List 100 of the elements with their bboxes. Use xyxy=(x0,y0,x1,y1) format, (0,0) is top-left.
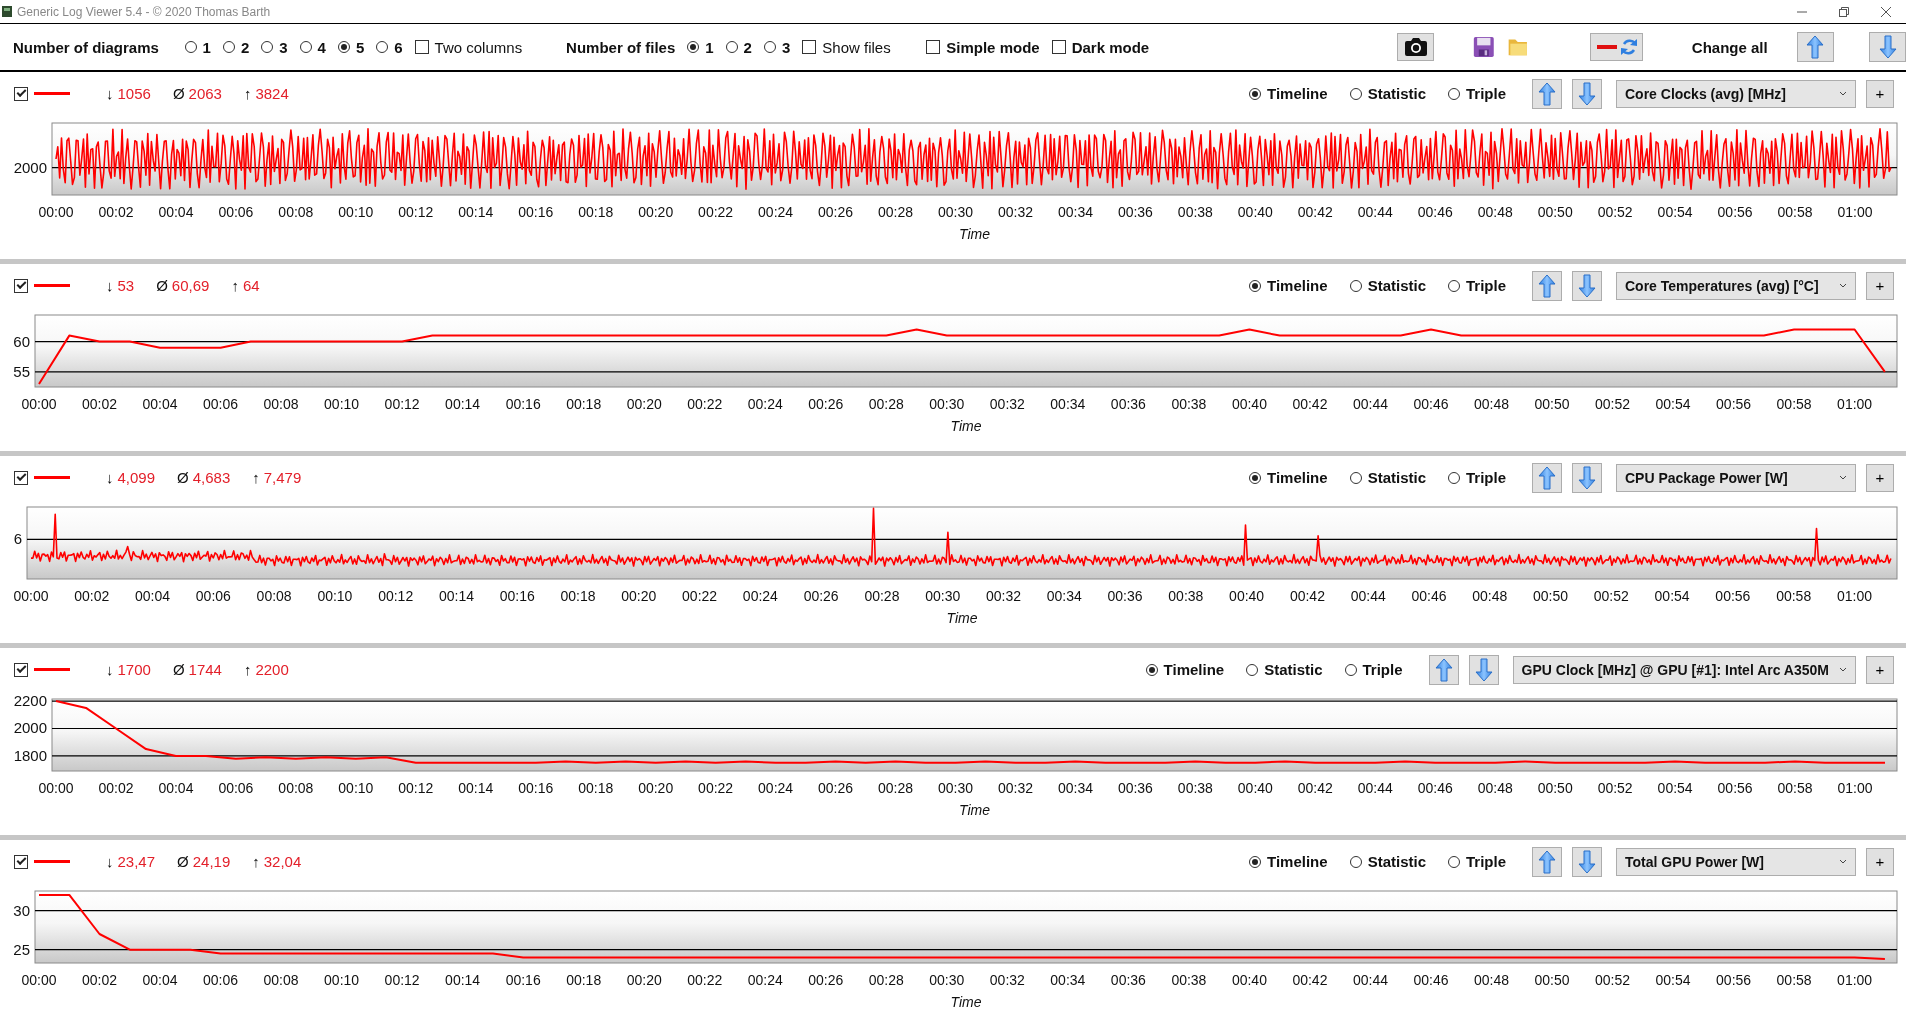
radio-button[interactable] xyxy=(1349,855,1362,868)
add-button[interactable]: + xyxy=(1866,79,1894,108)
visibility-checkbox[interactable] xyxy=(14,662,28,677)
radio-button[interactable] xyxy=(337,41,350,53)
sensor-dropdown[interactable]: Core Temperatures (avg) [°C] xyxy=(1616,271,1856,300)
axis-tick-label: 00:38 xyxy=(1171,396,1207,412)
radio-label[interactable]: Triple xyxy=(1466,853,1506,870)
radio-button[interactable] xyxy=(1349,87,1362,100)
radio-label[interactable]: Triple xyxy=(1466,277,1506,294)
checkbox-option[interactable]: Simple mode xyxy=(926,38,1040,56)
radio-button[interactable] xyxy=(763,41,776,53)
radio-label[interactable]: 3 xyxy=(279,38,288,56)
checkbox-option[interactable]: Show files xyxy=(802,38,891,56)
axis-tick-label: 00:40 xyxy=(1231,396,1267,412)
radio-button[interactable] xyxy=(687,41,700,53)
radio-label[interactable]: Statistic xyxy=(1367,85,1426,102)
radio-label[interactable]: 4 xyxy=(317,38,326,56)
radio-label[interactable]: Timeline xyxy=(1267,85,1328,102)
add-button[interactable]: + xyxy=(1866,271,1894,300)
checkbox-option[interactable]: Dark mode xyxy=(1051,38,1150,56)
radio-button[interactable] xyxy=(1344,663,1357,676)
move-up-button[interactable] xyxy=(1532,462,1562,493)
move-up-button[interactable] xyxy=(1532,78,1562,109)
file-count-label: Number of files xyxy=(566,38,676,56)
sensor-dropdown[interactable]: Total GPU Power [W] xyxy=(1616,847,1856,876)
visibility-checkbox[interactable] xyxy=(14,470,28,485)
radio-label[interactable]: Triple xyxy=(1362,661,1403,678)
radio-label[interactable]: Triple xyxy=(1466,85,1506,102)
radio-label[interactable]: 3 xyxy=(781,38,791,56)
radio-button[interactable] xyxy=(1349,279,1362,292)
screenshot-button[interactable] xyxy=(1397,33,1435,61)
radio-button[interactable] xyxy=(1145,663,1158,676)
radio-button[interactable] xyxy=(1448,855,1460,868)
axis-tick-label: 00:16 xyxy=(518,204,554,220)
move-up-button[interactable] xyxy=(1532,270,1562,301)
color-refresh-button[interactable] xyxy=(1590,33,1643,61)
radio-button[interactable] xyxy=(376,41,389,53)
radio-label[interactable]: 1 xyxy=(705,38,714,56)
radio-label[interactable]: Statistic xyxy=(1367,277,1426,294)
radio-button[interactable] xyxy=(725,41,738,53)
axis-tick-label: 00:20 xyxy=(621,588,657,604)
radio-button[interactable] xyxy=(1249,855,1262,868)
axis-tick-label: 00:30 xyxy=(929,972,965,988)
radio-button[interactable] xyxy=(261,41,274,53)
axis-tick-label: 55 xyxy=(13,362,30,380)
move-down-button[interactable] xyxy=(1572,846,1602,877)
visibility-checkbox[interactable] xyxy=(14,278,28,293)
axis-title: Time xyxy=(950,418,982,434)
axis-title: Time xyxy=(959,802,990,818)
move-down-button[interactable] xyxy=(1468,654,1499,685)
move-down-button[interactable] xyxy=(1572,270,1602,301)
radio-label[interactable]: 2 xyxy=(743,38,752,56)
visibility-checkbox[interactable] xyxy=(14,86,28,101)
radio-label[interactable]: 2 xyxy=(240,38,250,56)
axis-tick-label: 00:36 xyxy=(1117,780,1153,796)
axis-tick-label: 00:56 xyxy=(1716,396,1752,412)
add-button[interactable]: + xyxy=(1866,655,1894,684)
move-up-button[interactable] xyxy=(1428,654,1459,685)
radio-label[interactable]: Timeline xyxy=(1267,277,1328,294)
restore-icon[interactable] xyxy=(1838,5,1850,18)
sensor-dropdown[interactable]: GPU Clock [MHz] @ GPU [#1]: Intel Arc A350M xyxy=(1512,655,1856,684)
sensor-dropdown[interactable]: Core Clocks (avg) [MHz] xyxy=(1616,79,1856,108)
axis-tick-label: 00:34 xyxy=(1050,972,1086,988)
radio-label[interactable]: 6 xyxy=(394,38,403,56)
move-up-button[interactable] xyxy=(1532,846,1562,877)
radio-label[interactable]: Statistic xyxy=(1367,469,1426,486)
axis-tick-label: 00:36 xyxy=(1117,204,1153,220)
radio-button[interactable] xyxy=(1249,279,1262,292)
radio-button[interactable] xyxy=(299,41,312,53)
move-down-button[interactable] xyxy=(1572,462,1602,493)
radio-button[interactable] xyxy=(222,41,235,53)
radio-button[interactable] xyxy=(1448,87,1460,100)
move-up-button[interactable] xyxy=(1796,32,1834,62)
radio-label[interactable]: Triple xyxy=(1466,469,1506,486)
radio-label[interactable]: 1 xyxy=(202,38,211,56)
radio-button[interactable] xyxy=(1246,663,1259,676)
checkbox-option[interactable]: Two columns xyxy=(414,38,523,56)
radio-label[interactable]: Timeline xyxy=(1267,853,1328,870)
radio-label[interactable]: Timeline xyxy=(1267,469,1328,486)
save-icon[interactable] xyxy=(1473,34,1495,60)
axis-tick-label: 1800 xyxy=(13,746,47,764)
add-button[interactable]: + xyxy=(1866,847,1894,876)
radio-label[interactable]: 5 xyxy=(355,38,365,56)
radio-label[interactable]: Timeline xyxy=(1163,661,1225,678)
radio-button[interactable] xyxy=(1249,87,1262,100)
move-down-button[interactable] xyxy=(1869,32,1906,62)
radio-button[interactable] xyxy=(184,41,197,53)
radio-label[interactable]: Statistic xyxy=(1367,853,1426,870)
add-button[interactable]: + xyxy=(1866,463,1894,492)
radio-button[interactable] xyxy=(1448,471,1460,484)
axis-tick-label: 00:10 xyxy=(317,588,353,604)
radio-button[interactable] xyxy=(1249,471,1262,484)
visibility-checkbox[interactable] xyxy=(14,854,28,869)
move-down-button[interactable] xyxy=(1572,78,1602,109)
radio-label[interactable]: Statistic xyxy=(1264,661,1323,678)
axis-tick-label: 00:18 xyxy=(560,588,596,604)
close-icon[interactable] xyxy=(1880,5,1892,18)
sensor-dropdown[interactable]: CPU Package Power [W] xyxy=(1616,463,1856,492)
radio-button[interactable] xyxy=(1349,471,1362,484)
radio-button[interactable] xyxy=(1448,279,1460,292)
